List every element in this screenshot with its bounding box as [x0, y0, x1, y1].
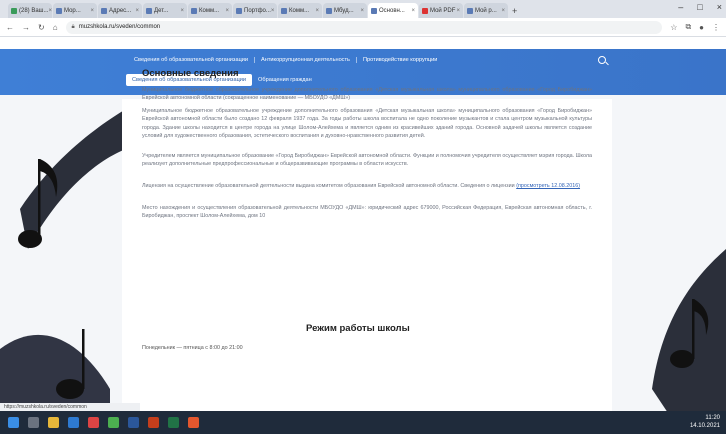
search-icon[interactable] [598, 56, 606, 64]
screen: (28) Ваш... × Мор... × Адрес... × Дет... × К… [0, 0, 726, 434]
chrome-icon[interactable] [108, 417, 119, 428]
word-icon[interactable] [128, 417, 139, 428]
close-icon[interactable]: × [411, 8, 415, 14]
paragraph: Муниципальное бюджетное образовательное … [142, 108, 592, 140]
forward-icon[interactable]: → [22, 23, 30, 32]
close-icon[interactable]: × [90, 8, 94, 14]
tab-favicon-icon [146, 7, 152, 14]
tab-label: Мор... [64, 7, 81, 14]
tab-favicon-icon [371, 7, 377, 14]
tab-favicon-icon [236, 7, 242, 14]
site-menu-top: Сведения об образовательной организации … [128, 57, 443, 63]
tab-favicon-icon [422, 7, 428, 14]
close-icon[interactable]: × [271, 8, 275, 14]
tab-favicon-icon [467, 7, 473, 14]
tab-label: Мой p... [475, 7, 497, 14]
tab-favicon-icon [56, 7, 62, 14]
edge-icon[interactable] [68, 417, 79, 428]
close-icon[interactable]: × [360, 8, 364, 14]
browser-tab[interactable]: Комм... × [188, 3, 232, 18]
window-controls: – □ × [678, 2, 722, 12]
license-text: Лицензия на осуществление образовательно… [142, 183, 515, 189]
browser-tab-active[interactable]: Основн... × [368, 3, 418, 18]
tab-label: Комм... [289, 7, 310, 14]
paragraph: Учредителем является муниципальное образ… [142, 153, 592, 168]
browser-tab[interactable]: Мой p... × [464, 3, 508, 18]
star-icon[interactable]: ☆ [670, 23, 677, 32]
close-icon[interactable]: × [180, 8, 184, 14]
close-icon[interactable]: × [315, 8, 319, 14]
browser-toolbar: ← → ↻ ⌂ 🔒︎ muzshkola.ru/sveden/common ☆ … [0, 18, 726, 37]
tab-favicon-icon [326, 7, 332, 14]
music-notes-decoration [652, 249, 726, 411]
browser-tab[interactable]: Мой PDF × [419, 3, 463, 18]
tab-label: Портфо... [244, 7, 271, 14]
tab-label: (28) Ваш... [19, 7, 49, 14]
tab-label: Дет... [154, 7, 169, 14]
maximize-icon[interactable]: □ [697, 2, 702, 12]
music-notes-decoration [0, 109, 126, 411]
browser-tab[interactable]: Адрес... × [98, 3, 142, 18]
home-icon[interactable]: ⌂ [53, 23, 58, 32]
powerpoint-icon[interactable] [148, 417, 159, 428]
minimize-icon[interactable]: – [678, 2, 683, 12]
start-icon[interactable] [8, 417, 19, 428]
menu-item[interactable]: Противодействие коррупции [357, 57, 443, 63]
web-page: Сведения об образовательной организации … [0, 49, 726, 411]
close-icon[interactable]: × [49, 8, 53, 14]
browser-tab[interactable]: Мбуд... × [323, 3, 367, 18]
browser-tab[interactable]: Мор... × [53, 3, 97, 18]
browser-tab-bar: (28) Ваш... × Мор... × Адрес... × Дет... × К… [0, 0, 726, 18]
new-tab-button[interactable]: + [512, 6, 517, 16]
page-title: Основные сведения [142, 68, 239, 79]
content-card [122, 99, 612, 411]
tab-label: Комм... [199, 7, 220, 14]
browser-tab[interactable]: Портфо... × [233, 3, 277, 18]
app-icon[interactable] [188, 417, 199, 428]
tab-favicon-icon [101, 7, 107, 14]
clock-date: 14.10.2021 [689, 423, 720, 429]
tab-favicon-icon [191, 7, 197, 14]
paragraph: Муниципальное бюджетное образовательное … [142, 87, 592, 102]
license-link[interactable]: (просмотреть 12.08.2016) [516, 183, 580, 189]
menu-item[interactable]: Обращения граждан [258, 77, 312, 83]
status-url: https://muzshkola.ru/sveden/common [0, 403, 140, 411]
close-icon[interactable]: × [456, 8, 460, 14]
address-bar[interactable]: 🔒︎ muzshkola.ru/sveden/common [65, 20, 663, 34]
taskbar [0, 411, 726, 434]
tab-favicon-icon [11, 7, 17, 14]
lock-icon: 🔒︎ [71, 23, 75, 30]
profile-icon[interactable]: ● [699, 23, 704, 32]
menu-item[interactable]: Антикоррупционная деятельность [255, 57, 357, 63]
paragraph: Место нахождения и осуществления образов… [142, 205, 592, 220]
menu-item[interactable]: Сведения об образовательной организации [128, 57, 256, 63]
system-clock: 11:20 14.10.2021 [690, 414, 720, 430]
reload-icon[interactable]: ↻ [38, 23, 45, 32]
excel-icon[interactable] [168, 417, 179, 428]
menu-icon[interactable]: ⋮ [712, 23, 720, 32]
address-url: muzshkola.ru/sveden/common [78, 24, 161, 30]
close-window-icon[interactable]: × [717, 2, 722, 12]
tab-label: Мой PDF [430, 7, 456, 14]
explorer-icon[interactable] [48, 417, 59, 428]
browser-tab[interactable]: (28) Ваш... × [8, 3, 52, 18]
browser-tab[interactable]: Дет... × [143, 3, 187, 18]
section-heading: Режим работы школы [306, 323, 410, 334]
close-icon[interactable]: × [501, 8, 505, 14]
bookmarks-bar [0, 37, 726, 49]
tab-favicon-icon [281, 7, 287, 14]
extensions-icon[interactable]: ⧉ [685, 22, 691, 32]
tab-label: Основн... [379, 7, 405, 14]
close-icon[interactable]: × [135, 8, 139, 14]
paragraph: Лицензия на осуществление образовательно… [142, 182, 592, 190]
clock-time: 11:20 [705, 415, 720, 421]
tab-label: Мбуд... [334, 7, 354, 14]
browser-tab[interactable]: Комм... × [278, 3, 322, 18]
close-icon[interactable]: × [225, 8, 229, 14]
tab-label: Адрес... [109, 7, 132, 14]
search-taskbar-icon[interactable] [28, 417, 39, 428]
app-icon[interactable] [88, 417, 99, 428]
working-hours: Понедельник — пятница с 8:00 до 21:00 [142, 345, 243, 351]
back-icon[interactable]: ← [6, 23, 14, 32]
